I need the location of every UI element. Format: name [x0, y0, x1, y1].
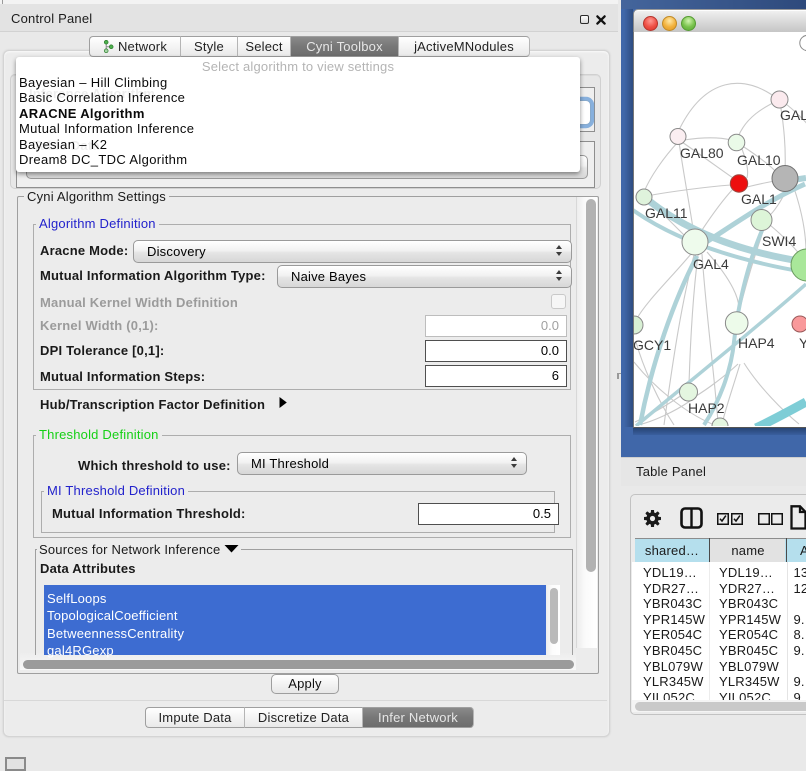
- svg-text:GAL1: GAL1: [741, 191, 777, 207]
- svg-text:GAL80: GAL80: [680, 145, 724, 161]
- svg-text:GAL7: GAL7: [780, 107, 806, 123]
- svg-text:HAP2: HAP2: [688, 400, 725, 416]
- svg-text:GAL4: GAL4: [693, 256, 729, 272]
- svg-text:HAP4: HAP4: [738, 335, 775, 351]
- svg-text:YD: YD: [799, 335, 806, 351]
- svg-text:GAL11: GAL11: [645, 205, 688, 221]
- svg-text:GCY1: GCY1: [634, 337, 671, 353]
- svg-text:GAL10: GAL10: [737, 152, 781, 168]
- svg-text:SWI4: SWI4: [762, 233, 796, 249]
